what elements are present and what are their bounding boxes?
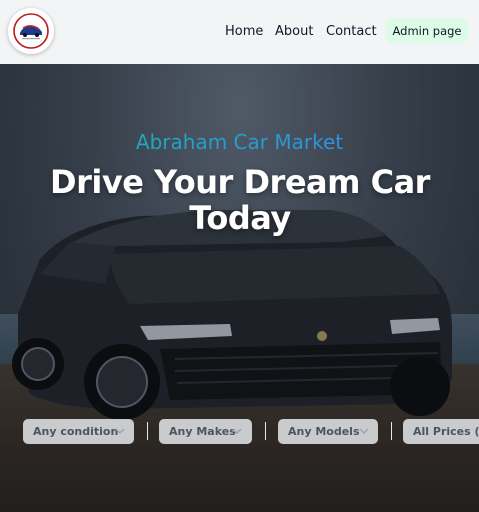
filter-divider xyxy=(265,422,266,440)
models-select-label: Any Models xyxy=(288,425,360,438)
nav-home-link[interactable]: Home xyxy=(225,24,263,39)
nav-contact-link[interactable]: Contact xyxy=(326,24,377,39)
makes-select-label: Any Makes xyxy=(169,425,236,438)
filter-divider xyxy=(147,422,148,440)
chevron-down-icon xyxy=(359,428,369,434)
condition-select-label: Any condition xyxy=(33,425,119,438)
hero-brand-title: Abraham Car Market xyxy=(0,130,479,154)
filter-divider xyxy=(391,422,392,440)
site-logo[interactable] xyxy=(8,8,54,54)
nav-about-link[interactable]: About xyxy=(275,24,313,39)
hero-headline: Drive Your Dream Car Today xyxy=(50,163,430,237)
makes-select[interactable]: Any Makes xyxy=(159,419,252,444)
site-header: Home About Contact Admin page xyxy=(0,0,479,64)
models-select[interactable]: Any Models xyxy=(278,419,378,444)
prices-select[interactable]: All Prices (in xyxy=(403,419,479,444)
admin-page-button[interactable]: Admin page xyxy=(386,18,468,43)
condition-select[interactable]: Any condition xyxy=(23,419,134,444)
hero-section: Abraham Car Market Drive Your Dream Car … xyxy=(0,64,479,512)
chevron-down-icon xyxy=(232,428,242,434)
chevron-down-icon xyxy=(115,428,125,434)
prices-select-label: All Prices (in xyxy=(413,425,479,438)
car-logo-icon xyxy=(13,13,49,49)
